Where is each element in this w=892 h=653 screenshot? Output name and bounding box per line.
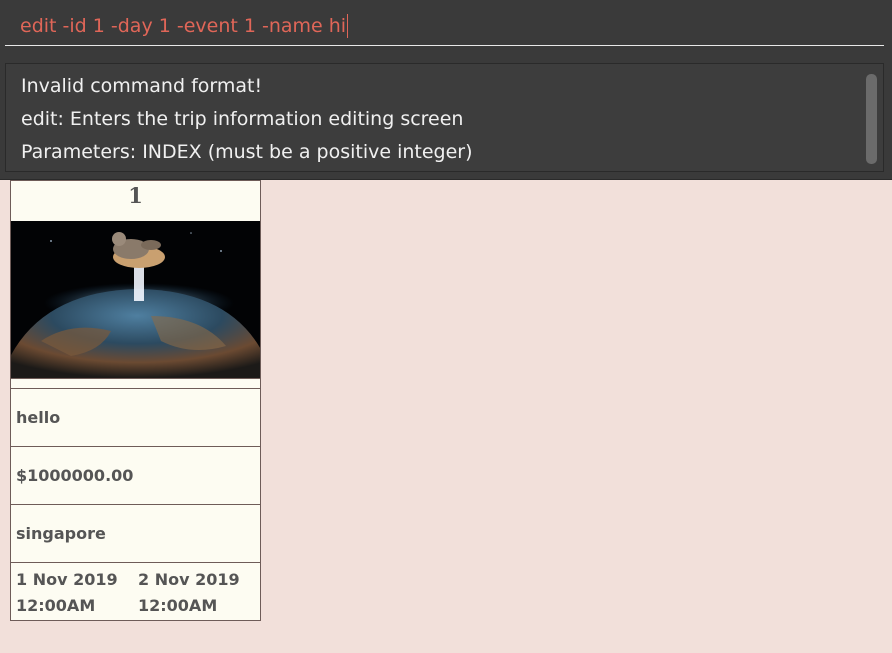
result-line: edit: Enters the trip information editin…	[21, 108, 464, 130]
result-line: Invalid command format!	[21, 75, 263, 97]
command-bar: edit -id 1 -day 1 -event 1 -name hi	[0, 0, 892, 56]
image-divider	[11, 378, 260, 388]
result-display-panel: Invalid command format! edit: Enters the…	[0, 56, 892, 180]
text-caret	[347, 13, 349, 38]
trip-budget: $1000000.00	[11, 446, 260, 504]
trip-name: hello	[11, 388, 260, 446]
trip-end: 2 Nov 2019 12:00AM	[138, 567, 260, 619]
result-scrollbar[interactable]	[866, 74, 877, 164]
trip-card[interactable]: 1 hello $1000000.00 singapore 1 Nov 2019…	[10, 180, 261, 621]
command-input[interactable]: edit -id 1 -day 1 -event 1 -name hi	[5, 6, 884, 46]
trip-location: singapore	[11, 504, 260, 562]
result-display[interactable]: Invalid command format! edit: Enters the…	[5, 63, 884, 172]
trip-start: 1 Nov 2019 12:00AM	[16, 567, 138, 619]
trip-end-time: 12:00AM	[138, 596, 218, 615]
trip-start-date: 1 Nov 2019	[16, 570, 118, 589]
app-window: edit -id 1 -day 1 -event 1 -name hi Inva…	[0, 0, 892, 653]
trip-image	[11, 221, 260, 378]
trip-end-date: 2 Nov 2019	[138, 570, 240, 589]
command-input-text: edit -id 1 -day 1 -event 1 -name hi	[20, 14, 347, 37]
trip-index: 1	[128, 183, 143, 208]
result-line: Parameters: INDEX (must be a positive in…	[21, 141, 473, 163]
trip-dates: 1 Nov 2019 12:00AM 2 Nov 2019 12:00AM	[11, 562, 260, 620]
trip-start-time: 12:00AM	[16, 596, 96, 615]
